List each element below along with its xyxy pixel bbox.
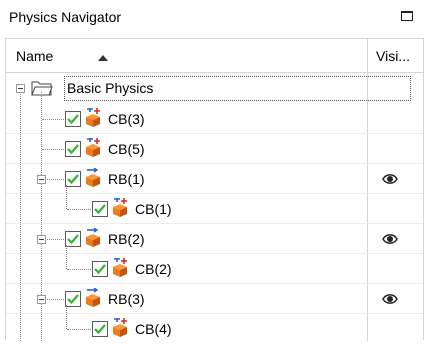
tree-row[interactable]: CB(3)	[6, 104, 423, 134]
checkbox[interactable]	[92, 201, 108, 217]
tree-item-label: Basic Physics	[67, 80, 154, 96]
body-cube-icon	[113, 198, 127, 217]
tree-item-label: CB(2)	[135, 261, 172, 277]
tree-branch-line	[42, 149, 64, 150]
tree-branch-line	[47, 179, 64, 180]
checkbox[interactable]	[65, 291, 81, 307]
body-cube-icon	[86, 108, 100, 127]
visibility-eye-icon[interactable]	[382, 172, 398, 186]
tree-branch-line	[42, 119, 64, 120]
tree-item-label: CB(1)	[135, 201, 172, 217]
collapse-icon[interactable]	[37, 295, 46, 304]
body-cube-icon	[86, 168, 100, 187]
tree-row[interactable]: CB(1)	[6, 194, 423, 224]
physics-tree-panel: Name Visi... Basic Physics CB(3) CB(5) R…	[5, 38, 424, 341]
tree-item-label: CB(4)	[135, 321, 172, 337]
name-column-header[interactable]: Name	[16, 39, 53, 72]
collapse-icon[interactable]	[16, 84, 25, 93]
tree-branch-line	[47, 239, 64, 240]
tree-row[interactable]: RB(2)	[6, 224, 423, 254]
tree-row[interactable]: CB(2)	[6, 254, 423, 284]
checkbox[interactable]	[65, 171, 81, 187]
body-cube-icon	[113, 318, 127, 337]
tree-item-label: CB(5)	[108, 141, 145, 157]
tree-branch-line	[67, 329, 91, 330]
folder-icon	[31, 81, 53, 96]
checkbox[interactable]	[65, 141, 81, 157]
tree-row[interactable]: RB(3)	[6, 284, 423, 314]
collapse-icon[interactable]	[37, 235, 46, 244]
maximize-icon[interactable]	[401, 11, 413, 21]
tree-item-label: RB(1)	[108, 171, 145, 187]
column-header: Name Visi...	[6, 39, 423, 73]
visibility-eye-icon[interactable]	[382, 292, 398, 306]
checkbox[interactable]	[92, 321, 108, 337]
tree-branch-line	[67, 269, 91, 270]
body-cube-icon	[113, 258, 127, 277]
checkbox[interactable]	[92, 261, 108, 277]
tree-row-root[interactable]: Basic Physics	[6, 74, 423, 104]
body-cube-icon	[86, 138, 100, 157]
visibility-column-header[interactable]: Visi...	[376, 39, 410, 72]
tree-branch-line	[47, 299, 64, 300]
tree-row[interactable]: RB(1)	[6, 164, 423, 194]
tree-item-label: RB(2)	[108, 231, 145, 247]
checkbox[interactable]	[65, 111, 81, 127]
tree-branch-line	[67, 209, 91, 210]
body-cube-icon	[86, 288, 100, 307]
panel-title: Physics Navigator	[9, 9, 122, 25]
panel-titlebar: Physics Navigator	[0, 0, 429, 34]
sort-ascending-icon	[98, 55, 108, 61]
visibility-eye-icon[interactable]	[382, 232, 398, 246]
checkbox[interactable]	[65, 231, 81, 247]
tree-item-label: RB(3)	[108, 291, 145, 307]
tree-row[interactable]: CB(5)	[6, 134, 423, 164]
collapse-icon[interactable]	[37, 175, 46, 184]
body-cube-icon	[86, 228, 100, 247]
tree-item-label: CB(3)	[108, 111, 145, 127]
